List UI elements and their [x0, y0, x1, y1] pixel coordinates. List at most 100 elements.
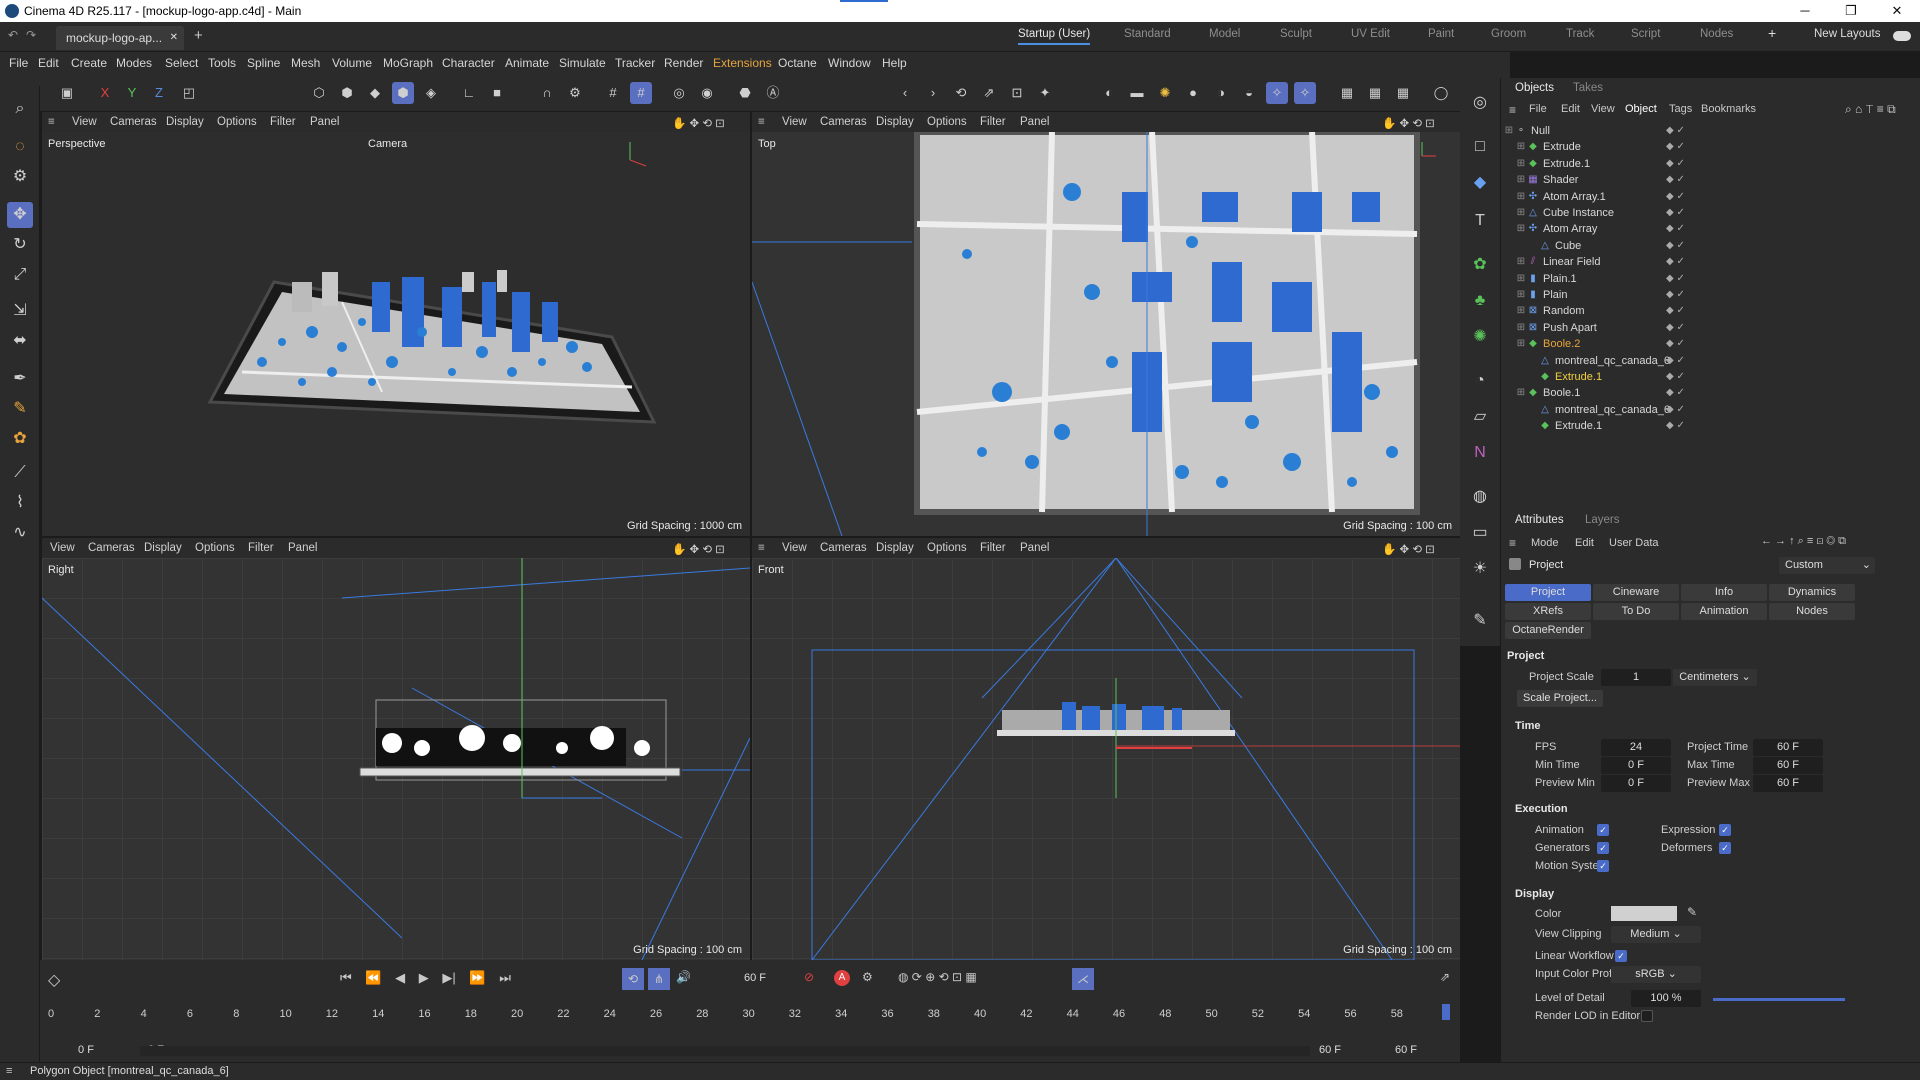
coordinate-system-icon[interactable]: ◰: [178, 82, 200, 104]
render-picture-viewer-icon[interactable]: ▦: [1364, 82, 1386, 104]
start-frame-field[interactable]: 0 F: [56, 1042, 116, 1059]
vp-display-menu[interactable]: Display: [166, 116, 204, 128]
close-button[interactable]: ✕: [1874, 0, 1920, 22]
menu-character[interactable]: Character: [442, 56, 495, 70]
spline-object-icon[interactable]: N: [1467, 440, 1493, 466]
linear-workflow-checkbox[interactable]: ✓: [1615, 950, 1627, 962]
object-row[interactable]: ◆ Extrude.1 ◆ ✓: [1501, 417, 1920, 437]
layout-tab-nodes[interactable]: Nodes: [1700, 28, 1733, 40]
brush-icon[interactable]: ✎: [7, 396, 33, 422]
points-mode-icon[interactable]: ⬡: [308, 82, 330, 104]
sculpt-icon[interactable]: ∿: [7, 520, 33, 546]
spline-pen-icon[interactable]: ✒: [7, 366, 33, 392]
cloth-icon[interactable]: ✿: [7, 426, 33, 452]
visibility-toggles[interactable]: ◆ ✓: [1666, 355, 1685, 366]
vp-nav-icons[interactable]: ✋ ✥ ⟲ ⊡: [1382, 542, 1435, 556]
knife-icon[interactable]: ⟋: [7, 460, 33, 486]
visibility-toggles[interactable]: ◆ ✓: [1666, 305, 1685, 316]
visibility-toggles[interactable]: ◆ ✓: [1666, 158, 1685, 169]
render-settings-icon[interactable]: ▦: [1392, 82, 1414, 104]
object-name[interactable]: montreal_qc_canada_6: [1555, 355, 1670, 367]
front-viewport[interactable]: ≡ View Cameras Display Options Filter Pa…: [752, 538, 1460, 960]
menu-select[interactable]: Select: [165, 56, 198, 70]
level-of-detail-slider[interactable]: [1713, 998, 1845, 1001]
section-time[interactable]: Time: [1515, 720, 1540, 732]
layout-tab-uv-edit[interactable]: UV Edit: [1351, 28, 1390, 40]
generators-checkbox[interactable]: ✓: [1597, 842, 1609, 854]
undo-icon[interactable]: ↶: [8, 28, 18, 42]
btn-dynamics[interactable]: Dynamics: [1769, 584, 1855, 601]
display-mode-icon[interactable]: ◐: [1098, 82, 1120, 104]
visibility-toggles[interactable]: ◆ ✓: [1666, 420, 1685, 431]
vp-menu-icon[interactable]: ≡: [758, 542, 765, 554]
level-of-detail-field[interactable]: 100 %: [1631, 990, 1701, 1007]
add-tab-button[interactable]: +: [194, 27, 203, 44]
vp-filter-menu[interactable]: Filter: [980, 542, 1006, 554]
export-icon[interactable]: ⇗: [978, 82, 1000, 104]
objects-menu-icon[interactable]: ≡: [1509, 103, 1516, 117]
menu-volume[interactable]: Volume: [332, 56, 372, 70]
vp-menu-icon[interactable]: ≡: [758, 116, 765, 128]
forward-arrow-icon[interactable]: ›: [922, 82, 944, 104]
live-selection-icon[interactable]: ◌: [7, 134, 33, 160]
redo-icon[interactable]: ↷: [26, 28, 36, 42]
vp-view-menu[interactable]: View: [782, 116, 807, 128]
attr-menu-edit[interactable]: Edit: [1575, 537, 1594, 549]
layout-tab-paint[interactable]: Paint: [1428, 28, 1454, 40]
vp-cameras-menu[interactable]: Cameras: [820, 542, 867, 554]
menu-simulate[interactable]: Simulate: [559, 56, 606, 70]
visibility-toggles[interactable]: ◆ ✓: [1666, 387, 1685, 398]
range-end-field[interactable]: 60 F: [1376, 1042, 1436, 1059]
field-object-icon[interactable]: ▱: [1467, 404, 1493, 430]
axis-mode-icon[interactable]: ∟: [458, 82, 480, 104]
expand-icon[interactable]: ⊞: [1515, 387, 1527, 399]
back-arrow-icon[interactable]: ‹: [894, 82, 916, 104]
expand-icon[interactable]: ⊞: [1515, 158, 1527, 170]
edit-tag-icon[interactable]: ✎: [1467, 608, 1493, 634]
object-name[interactable]: Boole.2: [1543, 338, 1580, 350]
max-time-field[interactable]: 60 F: [1753, 757, 1823, 774]
magnet-icon[interactable]: ⌇: [7, 490, 33, 516]
btn-octanerender[interactable]: OctaneRender: [1505, 622, 1591, 639]
objects-menu-tags[interactable]: Tags: [1669, 103, 1692, 115]
scale-tool-icon[interactable]: ⤢: [7, 262, 33, 288]
symmetry-icon[interactable]: ◉: [696, 82, 718, 104]
object-mode-icon[interactable]: ⬢: [392, 82, 414, 104]
vp-view-menu[interactable]: View: [782, 542, 807, 554]
search-icon[interactable]: ⌕: [7, 96, 33, 122]
vp-options-menu[interactable]: Options: [927, 116, 967, 128]
layout-tab-standard[interactable]: Standard: [1124, 28, 1171, 40]
vp-panel-menu[interactable]: Panel: [310, 116, 339, 128]
menu-tracker[interactable]: Tracker: [615, 56, 655, 70]
selection-filter-icon[interactable]: ⚙: [7, 164, 33, 190]
section-display[interactable]: Display: [1515, 888, 1554, 900]
playhead[interactable]: [1442, 1004, 1450, 1020]
environment-icon[interactable]: ◒: [1238, 82, 1260, 104]
layout-tab-script[interactable]: Script: [1631, 28, 1660, 40]
cloner-object-icon[interactable]: ✿: [1467, 252, 1493, 278]
menu-tools[interactable]: Tools: [208, 56, 236, 70]
snap-settings-icon[interactable]: ⚙: [564, 82, 586, 104]
object-name[interactable]: Atom Array.1: [1543, 191, 1606, 203]
expand-icon[interactable]: ⊞: [1515, 223, 1527, 235]
menu-modes[interactable]: Modes: [116, 56, 152, 70]
octane-icon[interactable]: ◯: [1430, 82, 1452, 104]
expand-icon[interactable]: [1527, 355, 1539, 367]
expand-icon[interactable]: [1527, 404, 1539, 416]
visibility-toggles[interactable]: ◆ ✓: [1666, 207, 1685, 218]
expand-icon[interactable]: ⊞: [1515, 322, 1527, 334]
edges-mode-icon[interactable]: ⬢: [336, 82, 358, 104]
z-axis-lock-icon[interactable]: Z: [148, 82, 170, 104]
objects-menu-bookmarks[interactable]: Bookmarks: [1701, 103, 1756, 115]
menu-edit[interactable]: Edit: [38, 56, 59, 70]
vp-options-menu[interactable]: Options: [217, 116, 257, 128]
object-name[interactable]: Plain: [1543, 289, 1567, 301]
object-name[interactable]: Atom Array: [1543, 223, 1597, 235]
workplane-icon[interactable]: #: [630, 82, 652, 104]
layout-tab-groom[interactable]: Groom: [1491, 28, 1526, 40]
attr-menu-user-data[interactable]: User Data: [1609, 537, 1659, 549]
figure-icon[interactable]: ✦: [1034, 82, 1056, 104]
object-name[interactable]: montreal_qc_canada_6: [1555, 404, 1670, 416]
mograph-object-icon[interactable]: ♣: [1467, 288, 1493, 314]
btn-project[interactable]: Project: [1505, 584, 1591, 601]
